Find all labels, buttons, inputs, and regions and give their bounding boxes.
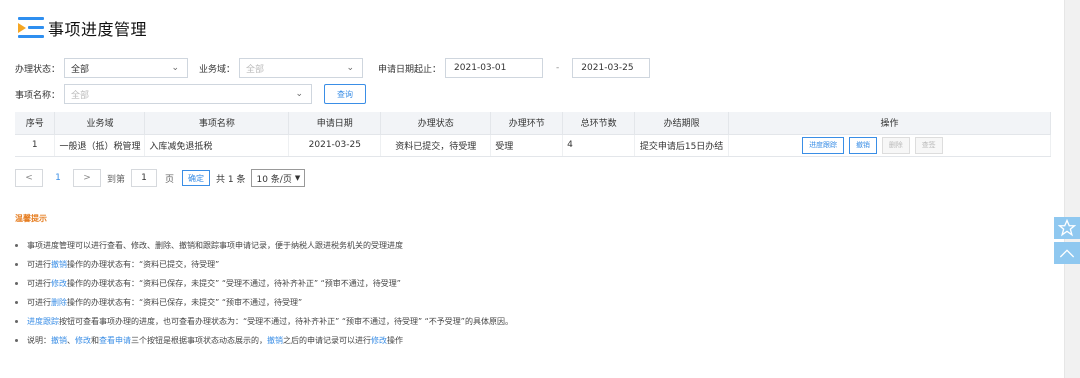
next-page-button[interactable]: >	[73, 169, 101, 187]
cell-deadline: 提交申请后15日办结	[634, 134, 730, 157]
item-name-select[interactable]: 全部 ⌄	[64, 84, 313, 104]
domain-label: 业务域：	[199, 64, 236, 75]
revoke-button[interactable]: 撤销	[848, 136, 877, 154]
tip-text: 可进行	[27, 279, 51, 288]
status-select-value: 全部	[71, 64, 90, 75]
col-header-status: 办理状态	[380, 112, 492, 135]
tip-item: 进度跟踪 按钮可查看事项办理的进度，也可查看办理状态为：“受理不通过，待补齐补正”…	[15, 312, 513, 331]
cell-total: 4	[562, 134, 636, 157]
page-unit-label: 页	[165, 174, 175, 185]
cell-seq: 1	[15, 134, 56, 157]
bullet-icon	[15, 301, 18, 304]
tips-title: 温馨提示	[15, 214, 47, 223]
status-label: 办理状态：	[15, 64, 61, 75]
page-number-1[interactable]: 1	[43, 173, 73, 183]
tip-link-text: 查看申请	[99, 336, 131, 345]
tip-link-text: 修改	[371, 336, 387, 345]
col-header-date: 申请日期	[288, 112, 382, 135]
back-to-top-button[interactable]	[1054, 242, 1080, 264]
delete-button[interactable]: 删除	[881, 136, 910, 154]
chevron-up-icon	[1059, 249, 1075, 258]
tip-text: 操作的办理状态有：“资料已保存，未提交” “受理不通过，待补齐补正” “预审不通…	[67, 279, 401, 288]
tip-text: 操作的办理状态有：“资料已保存，未提交” “预审不通过，待受理”	[67, 298, 303, 307]
tip-link-text: 撤销	[51, 336, 67, 345]
tip-text: 事项进度管理可以进行查看、修改、删除、撤销和跟踪事项申请记录，便于纳税人跟进税务…	[27, 241, 403, 250]
tips-list: 事项进度管理可以进行查看、修改、删除、撤销和跟踪事项申请记录，便于纳税人跟进税务…	[15, 236, 513, 350]
tip-link-text: 删除	[51, 298, 67, 307]
cell-domain: 一般退（抵）税管理	[54, 134, 146, 157]
total-count: 共 1 条	[216, 174, 246, 185]
col-header-name: 事项名称	[144, 112, 290, 135]
bullet-icon	[15, 244, 18, 247]
progress-table: 序号 业务域 事项名称 申请日期 办理状态 办理环节 总环节数 办结期限 操作 …	[15, 112, 1051, 157]
domain-select[interactable]: 全部 ⌄	[239, 58, 364, 78]
view-button[interactable]: 查签	[914, 136, 943, 154]
col-header-actions: 操作	[728, 112, 1051, 135]
date-separator: -	[556, 63, 560, 73]
date-to-input[interactable]: 2021-03-25	[572, 58, 651, 78]
page-size-value: 10 条/页	[256, 174, 292, 185]
cell-date: 2021-03-25	[288, 134, 382, 157]
page-size-select[interactable]: 10 条/页 ▼	[251, 169, 306, 187]
chevron-down-icon: ⌄	[171, 63, 180, 73]
goto-page-input[interactable]: 1	[131, 169, 158, 187]
tip-item: 事项进度管理可以进行查看、修改、删除、撤销和跟踪事项申请记录，便于纳税人跟进税务…	[15, 236, 513, 255]
cell-actions: 进度跟踪 撤销 删除 查签	[728, 134, 1051, 157]
tip-text: 之后的申请记录可以进行	[283, 336, 371, 345]
goto-label: 到第	[107, 174, 126, 185]
date-from-input[interactable]: 2021-03-01	[445, 58, 544, 78]
tip-text: 按钮可查看事项办理的进度，也可查看办理状态为：“受理不通过，待补齐补正” “预审…	[59, 317, 513, 326]
list-logo-icon	[14, 15, 48, 41]
status-select[interactable]: 全部 ⌄	[64, 58, 189, 78]
caret-down-icon: ▼	[294, 174, 301, 182]
item-name-select-value: 全部	[71, 90, 90, 101]
tip-item: 说明： 撤销、修改和查看申请 三个按钮是根据事项状态动态展示的， 撤销 之后的申请记录可…	[15, 331, 513, 350]
item-name-label: 事项名称：	[15, 90, 61, 101]
cell-step: 受理	[490, 134, 564, 157]
tip-item: 可进行 撤销 操作的办理状态有：“资料已提交，待受理”	[15, 255, 513, 274]
tip-item: 可进行 删除 操作的办理状态有：“资料已保存，未提交” “预审不通过，待受理”	[15, 293, 513, 312]
page-scrollbar[interactable]	[1064, 0, 1080, 378]
col-header-step: 办理环节	[490, 112, 564, 135]
tip-link-text: 修改	[75, 336, 91, 345]
tip-link-text: 修改	[51, 279, 67, 288]
cell-status: 资料已提交，待受理	[380, 134, 492, 157]
chevron-down-icon: ⌄	[295, 89, 304, 99]
bullet-icon	[15, 282, 18, 285]
bullet-icon	[15, 339, 18, 342]
query-button[interactable]: 查询	[324, 84, 367, 104]
chevron-down-icon: ⌄	[346, 63, 355, 73]
col-header-seq: 序号	[15, 112, 56, 135]
table-row: 1 一般退（抵）税管理 入库减免退抵税 2021-03-25 资料已提交，待受理…	[15, 134, 1051, 157]
tip-text: 操作的办理状态有：“资料已提交，待受理”	[67, 260, 220, 269]
bullet-icon	[15, 320, 18, 323]
domain-select-value: 全部	[246, 64, 265, 75]
page-title: 事项进度管理	[48, 20, 148, 39]
tip-text: 和	[91, 336, 99, 345]
tip-text: 三个按钮是根据事项状态动态展示的，	[131, 336, 267, 345]
tip-text: 可进行	[27, 298, 51, 307]
tip-text: 可进行	[27, 260, 51, 269]
goto-confirm-button[interactable]: 确定	[182, 170, 211, 186]
table-header-row: 序号 业务域 事项名称 申请日期 办理状态 办理环节 总环节数 办结期限 操作	[15, 112, 1051, 135]
col-header-deadline: 办结期限	[634, 112, 730, 135]
prev-page-button[interactable]: <	[15, 169, 43, 187]
tip-text: 操作	[387, 336, 403, 345]
pagination: < 1 > 到第 1 页 确定 共 1 条 10 条/页 ▼	[15, 169, 306, 187]
page-header: 事项进度管理	[14, 14, 147, 42]
favorite-button[interactable]	[1054, 217, 1080, 239]
tip-text: 、	[67, 336, 75, 345]
col-header-total: 总环节数	[562, 112, 636, 135]
star-icon	[1058, 219, 1076, 237]
tip-text: 说明：	[27, 336, 51, 345]
tip-link-text: 进度跟踪	[27, 317, 59, 326]
bullet-icon	[15, 263, 18, 266]
tip-link-text: 撤销	[267, 336, 283, 345]
track-progress-button[interactable]: 进度跟踪	[802, 136, 845, 154]
tip-item: 可进行 修改 操作的办理状态有：“资料已保存，未提交” “受理不通过，待补齐补正” …	[15, 274, 513, 293]
cell-name: 入库减免退抵税	[144, 134, 290, 157]
date-range-label: 申请日期起止：	[378, 64, 442, 75]
col-header-domain: 业务域	[54, 112, 146, 135]
tip-link-text: 撤销	[51, 260, 67, 269]
